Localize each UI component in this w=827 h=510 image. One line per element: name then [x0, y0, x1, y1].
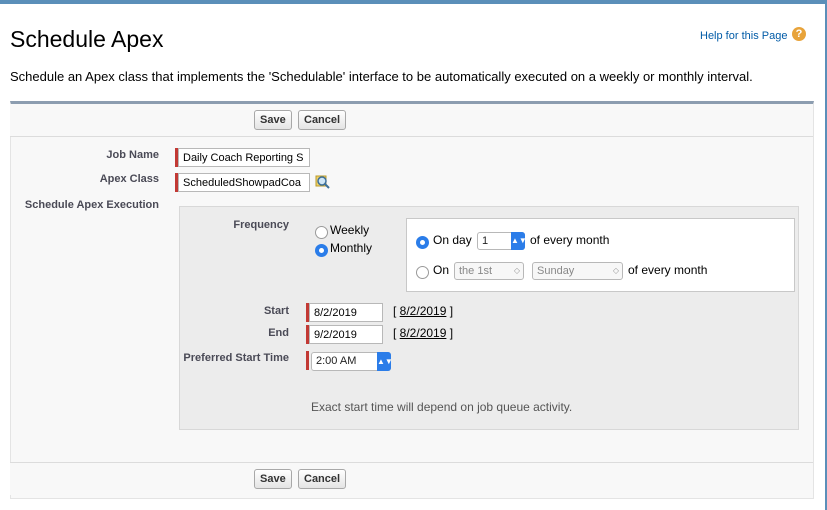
schedule-execution-label: Schedule Apex Execution [24, 199, 159, 211]
day-select-value: 1 [482, 235, 489, 247]
end-date-link[interactable]: 8/2/2019 [400, 326, 447, 340]
start-date-link[interactable]: 8/2/2019 [400, 304, 447, 318]
page-title: Schedule Apex [10, 26, 164, 52]
chevron-updown-icon: ◇ [513, 266, 520, 275]
weekly-radio[interactable] [315, 226, 328, 239]
start-date-field[interactable]: 8/2/2019 [309, 303, 383, 322]
of-every-month-label: of every month [530, 233, 610, 247]
queue-note: Exact start time will depend on job queu… [311, 400, 573, 414]
ordinal-select[interactable]: the 1st ◇ [454, 262, 524, 280]
end-today-link: [ 8/2/2019 ] [393, 326, 454, 340]
job-name-field[interactable]: Daily Coach Reporting S [178, 148, 310, 167]
apex-class-field[interactable]: ScheduledShowpadCoa [178, 173, 310, 192]
on-day-label: On day [433, 233, 472, 247]
monthly-radio[interactable] [315, 244, 328, 257]
end-date-field[interactable]: 9/2/2019 [309, 325, 383, 344]
lookup-icon[interactable] [315, 174, 331, 190]
on-label: On [433, 263, 450, 277]
day-select[interactable]: 1 ▲▼ [477, 232, 527, 250]
on-day-radio[interactable] [416, 236, 429, 249]
weekday-select[interactable]: Sunday ◇ [532, 262, 623, 280]
on-weekday-radio[interactable] [416, 266, 429, 279]
help-icon[interactable]: ? [792, 27, 806, 41]
top-button-row: Save Cancel [10, 104, 813, 137]
frequency-label: Frequency [233, 219, 289, 231]
monthly-option-label: Monthly [330, 241, 373, 255]
ordinal-select-value: the 1st [459, 265, 493, 277]
save-button[interactable]: Save [254, 469, 292, 489]
start-label: Start [263, 305, 289, 317]
help-link[interactable]: Help for this Page [700, 30, 787, 42]
start-time-value: 2:00 AM [316, 355, 357, 367]
end-label: End [268, 327, 289, 339]
page-description: Schedule an Apex class that implements t… [10, 69, 753, 84]
cancel-button[interactable]: Cancel [298, 110, 347, 130]
preferred-start-time-label: Preferred Start Time [183, 352, 289, 364]
job-name-label: Job Name [106, 149, 159, 161]
chevron-updown-icon: ▲▼ [377, 352, 393, 371]
start-today-link: [ 8/2/2019 ] [393, 304, 454, 318]
monthly-options-box [406, 218, 795, 292]
start-time-select[interactable]: 2:00 AM ▲▼ [311, 352, 393, 371]
bottom-button-row: Save Cancel [10, 462, 813, 495]
chevron-updown-icon: ▲▼ [511, 232, 527, 250]
weekly-option-label: Weekly [330, 223, 370, 237]
weekday-select-value: Sunday [537, 265, 575, 277]
top-border [0, 0, 827, 4]
of-every-month-label: of every month [628, 263, 708, 277]
cancel-button[interactable]: Cancel [298, 469, 347, 489]
apex-class-label: Apex Class [99, 173, 159, 185]
save-button[interactable]: Save [254, 110, 292, 130]
chevron-updown-icon: ◇ [612, 266, 619, 275]
required-marker [306, 351, 309, 370]
